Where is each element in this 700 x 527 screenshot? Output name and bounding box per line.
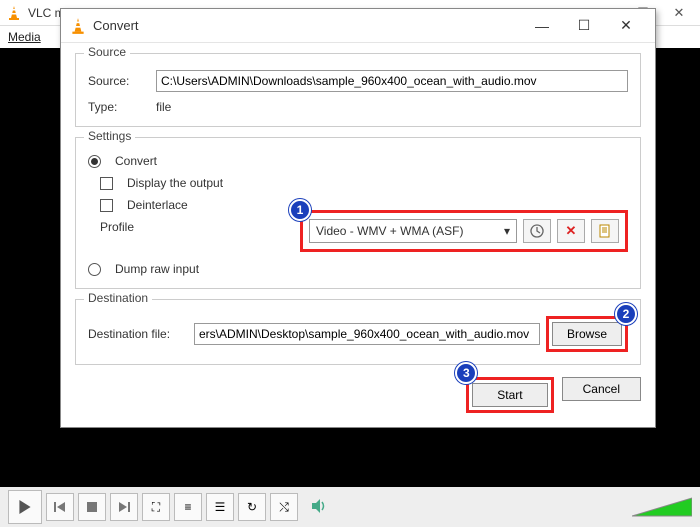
type-value: file — [156, 100, 171, 114]
destination-group: Destination Destination file: 2 Browse — [75, 299, 641, 365]
settings-group-title: Settings — [84, 129, 135, 143]
next-button[interactable] — [110, 493, 138, 521]
close-icon[interactable]: ✕ — [670, 4, 688, 22]
dialog-close-icon[interactable]: ✕ — [605, 12, 647, 40]
source-input[interactable] — [156, 70, 628, 92]
stop-button[interactable] — [78, 493, 106, 521]
source-group: Source Source: Type: file — [75, 53, 641, 127]
loop-button[interactable]: ↻ — [238, 493, 266, 521]
delete-profile-button[interactable]: ✕ — [557, 219, 585, 243]
new-profile-button[interactable] — [591, 219, 619, 243]
destination-label: Destination file: — [88, 327, 188, 341]
step-badge-1: 1 — [289, 199, 311, 221]
step-badge-3: 3 — [455, 362, 477, 384]
cancel-button[interactable]: Cancel — [562, 377, 641, 401]
profile-value: Video - WMV + WMA (ASF) — [316, 224, 463, 238]
chevron-down-icon: ▾ — [504, 224, 510, 238]
browse-highlight: 2 Browse — [546, 316, 628, 352]
display-output-label: Display the output — [127, 176, 223, 190]
display-output-checkbox[interactable] — [100, 177, 113, 190]
player-controls: ⛶ ≡ ☰ ↻ ⤭ — [0, 487, 700, 527]
prev-button[interactable] — [46, 493, 74, 521]
browse-button[interactable]: Browse — [552, 322, 622, 346]
profile-label: Profile — [100, 220, 310, 234]
type-label: Type: — [88, 100, 148, 114]
volume-slider[interactable] — [632, 496, 692, 518]
fullscreen-button[interactable]: ⛶ — [142, 493, 170, 521]
settings-group: Settings Convert Display the output Dein… — [75, 137, 641, 289]
extended-button[interactable]: ≡ — [174, 493, 202, 521]
convert-radio[interactable] — [88, 155, 101, 168]
edit-profile-button[interactable] — [523, 219, 551, 243]
profile-combobox[interactable]: Video - WMV + WMA (ASF) ▾ — [309, 219, 517, 243]
vlc-cone-icon — [6, 5, 22, 21]
dialog-maximize-icon[interactable]: ☐ — [563, 12, 605, 40]
convert-dialog: Convert — ☐ ✕ Source Source: Type: file … — [60, 8, 656, 428]
play-button[interactable] — [8, 490, 42, 524]
dump-radio-label: Dump raw input — [115, 262, 199, 276]
source-group-title: Source — [84, 45, 130, 59]
start-highlight: 3 Start — [466, 377, 553, 413]
shuffle-button[interactable]: ⤭ — [270, 493, 298, 521]
step-badge-2: 2 — [615, 303, 637, 325]
start-button[interactable]: Start — [472, 383, 547, 407]
destination-group-title: Destination — [84, 291, 152, 305]
dump-radio[interactable] — [88, 263, 101, 276]
dialog-titlebar: Convert — ☐ ✕ — [61, 9, 655, 43]
menu-media[interactable]: Media — [8, 30, 41, 44]
deinterlace-checkbox[interactable] — [100, 199, 113, 212]
playlist-button[interactable]: ☰ — [206, 493, 234, 521]
dialog-minimize-icon[interactable]: — — [521, 12, 563, 40]
vlc-cone-icon — [69, 17, 87, 35]
destination-input[interactable] — [194, 323, 540, 345]
deinterlace-label: Deinterlace — [127, 198, 188, 212]
convert-radio-label: Convert — [115, 154, 157, 168]
dialog-title: Convert — [93, 18, 521, 33]
source-label: Source: — [88, 74, 148, 88]
profile-highlight: 1 Video - WMV + WMA (ASF) ▾ ✕ — [300, 210, 628, 252]
speaker-icon[interactable] — [310, 497, 330, 517]
